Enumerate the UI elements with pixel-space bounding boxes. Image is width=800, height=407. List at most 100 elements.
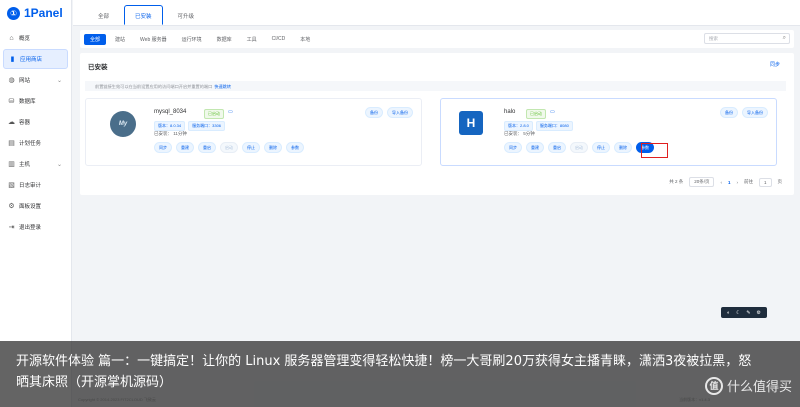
halo-icon: H: [459, 111, 483, 135]
sidebar-item-cron[interactable]: ▤ 计划任务: [3, 133, 68, 153]
app-card-halo: H halo 已启动 ▭ 备份 导入备份 版本：2.8.0 服务端口：8080 …: [440, 98, 777, 166]
sidebar-item-label: 计划任务: [19, 141, 42, 147]
version-tag: 版本：2.8.0: [504, 121, 533, 131]
sidebar-item-label: 日志审计: [19, 183, 42, 189]
top-tabs: 全部 已安装 可升级: [73, 0, 800, 26]
filter-runtime[interactable]: 运行环境: [176, 34, 208, 45]
notice-link[interactable]: 快速跳转: [214, 84, 231, 89]
tab-upgradable[interactable]: 可升级: [167, 5, 206, 25]
app-logo[interactable]: ① 1Panel: [0, 0, 71, 26]
sidebar-item-settings[interactable]: ⚙ 面板设置: [3, 196, 68, 216]
params-button[interactable]: 参数: [286, 142, 304, 153]
delete-button[interactable]: 删除: [264, 142, 282, 153]
sidebar-item-log[interactable]: ▧ 日志审计: [3, 175, 68, 195]
sync-link[interactable]: 同步: [770, 61, 780, 68]
sidebar-item-app-store[interactable]: ▮ 应用商店: [3, 49, 68, 69]
goto-label: 前往: [743, 179, 753, 184]
backup-button[interactable]: 备份: [365, 107, 383, 118]
sidebar-item-overview[interactable]: ⌂ 概览: [3, 28, 68, 48]
sidebar-item-label: 数据库: [19, 99, 36, 105]
next-page-button[interactable]: ›: [736, 180, 738, 185]
status-badge: 已启动: [526, 109, 546, 119]
filter-web-server[interactable]: Web 服务器: [134, 34, 173, 45]
category-filter-bar: 全部 建站 Web 服务器 运行环境 数据库 工具 CI/CD 本地 搜索 ⌕: [80, 30, 794, 48]
current-page[interactable]: 1: [728, 180, 731, 185]
settings-icon: ⚙: [8, 202, 15, 210]
gear-icon[interactable]: ⚙: [757, 310, 761, 316]
import-backup-button[interactable]: 导入备份: [742, 107, 768, 118]
stop-button[interactable]: 停止: [592, 142, 610, 153]
filter-cicd[interactable]: CI/CD: [266, 34, 292, 44]
folder-icon[interactable]: ▭: [550, 109, 555, 115]
notice-text: 前置链接生效可以在当前设置应用的访问端口开启并重置的端口: [95, 84, 213, 89]
sync-button[interactable]: 同步: [154, 142, 172, 153]
port-tag: 服务端口：3306: [188, 121, 226, 131]
globe-icon: ◍: [8, 76, 15, 84]
filter-local[interactable]: 本地: [294, 34, 316, 45]
highlight-box: [641, 143, 668, 158]
app-name: mysql_8034: [154, 109, 187, 115]
stop-button[interactable]: 停止: [242, 142, 260, 153]
sidebar-item-website[interactable]: ◍ 网站 ⌄: [3, 70, 68, 90]
sidebar-item-label: 容器: [19, 120, 31, 126]
installed-time: 已安装： 5分钟: [504, 131, 535, 136]
rebuild-button[interactable]: 重建: [526, 142, 544, 153]
delete-button[interactable]: 删除: [614, 142, 632, 153]
edit-icon[interactable]: ✎: [746, 310, 750, 316]
import-backup-button[interactable]: 导入备份: [387, 107, 413, 118]
home-icon: ⌂: [9, 34, 14, 42]
installed-panel: 已安装 同步 前置链接生效可以在当前设置应用的访问端口开启并重置的端口 快速跳转 …: [80, 53, 794, 195]
restart-button[interactable]: 重启: [548, 142, 566, 153]
log-icon: ▧: [8, 181, 15, 189]
sidebar-item-label: 退出登录: [19, 225, 42, 231]
rebuild-button[interactable]: 重建: [176, 142, 194, 153]
sidebar-item-label: 主机: [19, 162, 31, 168]
filter-website[interactable]: 建站: [109, 34, 131, 45]
page-size-select[interactable]: 20条/页: [689, 177, 715, 187]
sync-button[interactable]: 同步: [504, 142, 522, 153]
sidebar-item-host[interactable]: ▥ 主机 ⌄: [3, 154, 68, 174]
pagination: 共 2 条 20条/页 ‹ 1 › 前往 1 页: [669, 177, 782, 187]
floating-toolbar: ◐ ☾ ✎ ⚙: [721, 307, 767, 318]
folder-icon[interactable]: ▭: [228, 109, 233, 115]
status-badge: 已启动: [204, 109, 224, 119]
filter-database[interactable]: 数据库: [211, 34, 238, 45]
backup-button[interactable]: 备份: [720, 107, 738, 118]
page-unit: 页: [777, 179, 783, 184]
moon-icon[interactable]: ☾: [736, 310, 740, 316]
watermark-text: 什么值得买: [726, 380, 792, 395]
search-placeholder: 搜索: [709, 36, 718, 41]
filter-tools[interactable]: 工具: [241, 34, 263, 45]
search-icon: ⌕: [782, 35, 786, 41]
mysql-icon: My: [110, 111, 136, 137]
caption-text: 开源软件体验 篇一：一键搞定！让你的 Linux 服务器管理变得轻松快捷！榜一大…: [16, 354, 752, 390]
tab-all[interactable]: 全部: [87, 5, 120, 25]
sidebar-item-label: 网站: [19, 78, 31, 84]
notice-bar: 前置链接生效可以在当前设置应用的访问端口开启并重置的端口 快速跳转: [85, 81, 786, 91]
tab-installed[interactable]: 已安装: [124, 5, 163, 25]
filter-all[interactable]: 全部: [84, 33, 107, 45]
theme-icon[interactable]: ◐: [727, 310, 730, 316]
sidebar-item-container[interactable]: ☁ 容器: [3, 112, 68, 132]
search-input[interactable]: 搜索 ⌕: [704, 33, 790, 44]
sidebar-item-database[interactable]: ⛁ 数据库: [3, 91, 68, 111]
sidebar-item-label: 概览: [19, 36, 31, 42]
app-name: halo: [504, 109, 516, 115]
database-icon: ⛁: [8, 97, 15, 105]
port-tag: 服务端口：8080: [535, 121, 573, 131]
start-button[interactable]: 启动: [220, 142, 238, 153]
start-button[interactable]: 启动: [570, 142, 588, 153]
restart-button[interactable]: 重启: [198, 142, 216, 153]
app-store-icon: ▮: [10, 55, 15, 63]
watermark: 值 什么值得买: [704, 376, 792, 395]
host-icon: ▥: [8, 160, 15, 168]
logout-icon: ⇥: [8, 223, 15, 231]
chevron-down-icon: ⌄: [56, 161, 62, 168]
sidebar-item-logout[interactable]: ⇥ 退出登录: [3, 217, 68, 237]
version-tag: 版本：8.0.34: [154, 121, 186, 131]
sidebar-item-label: 面板设置: [19, 204, 42, 210]
prev-page-button[interactable]: ‹: [720, 180, 722, 185]
logo-text: 1Panel: [24, 6, 63, 20]
goto-input[interactable]: 1: [758, 177, 772, 187]
total-count: 共 2 条: [669, 179, 684, 184]
